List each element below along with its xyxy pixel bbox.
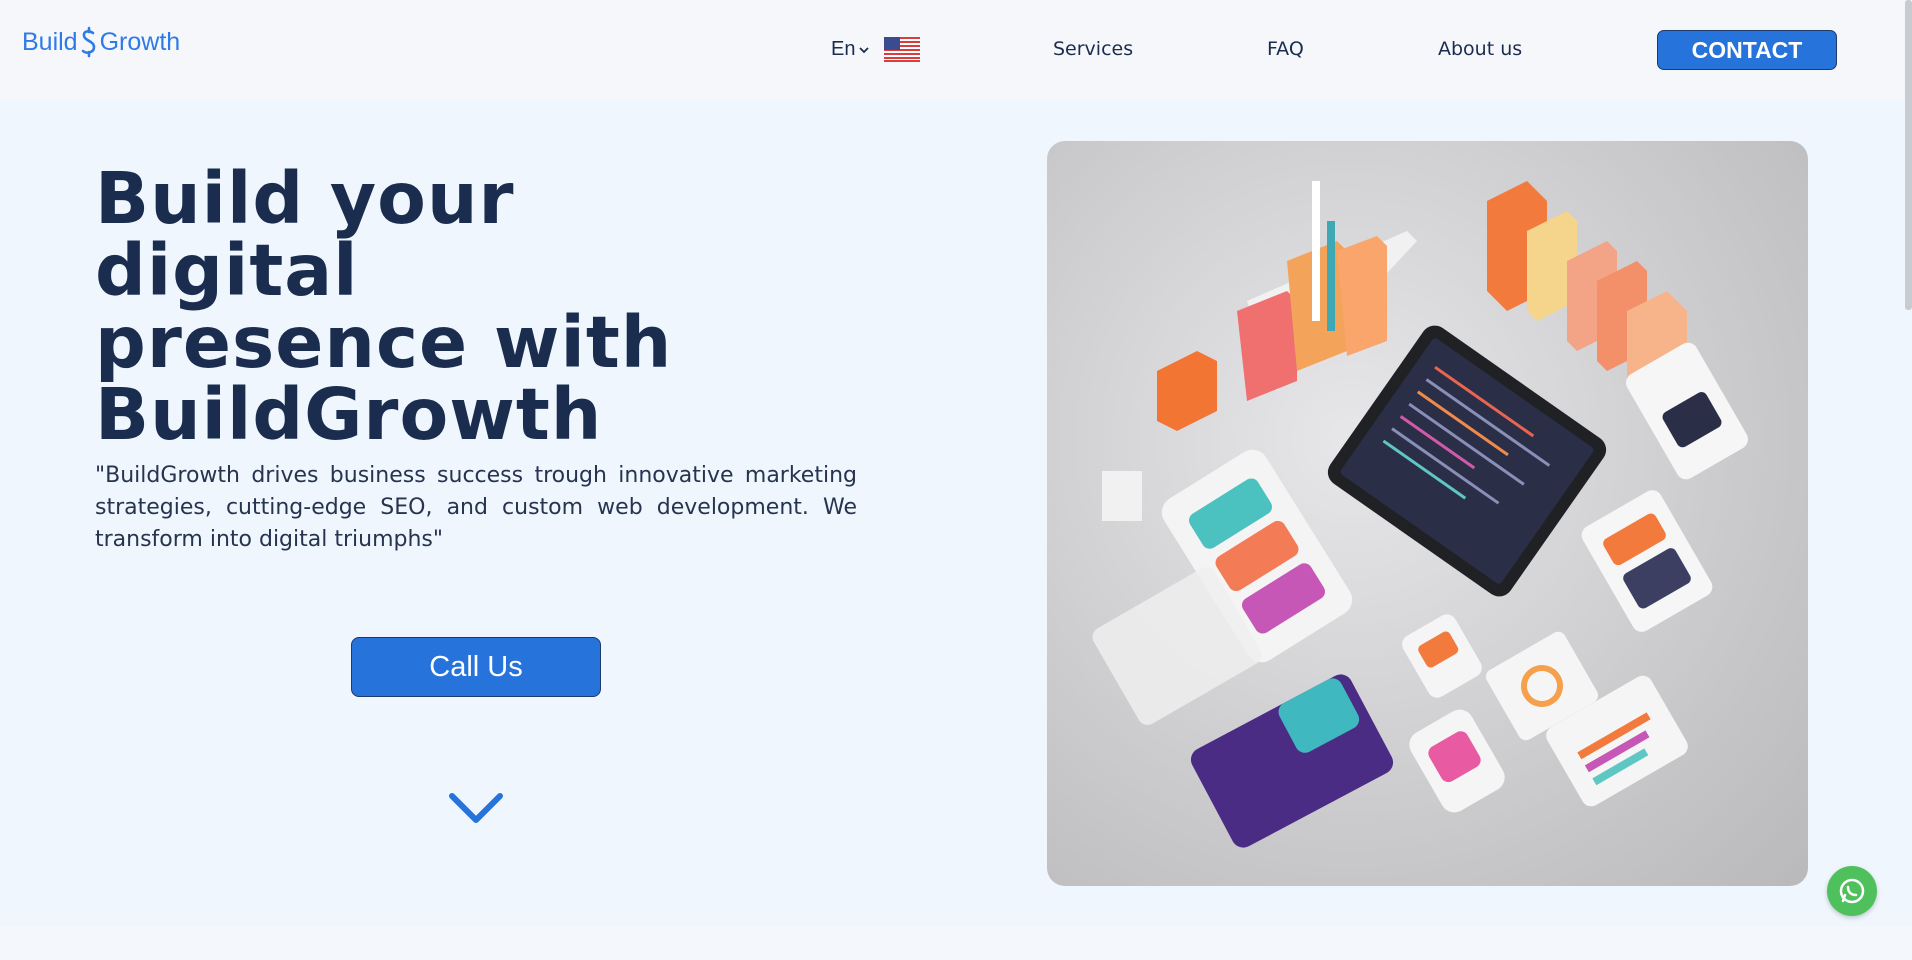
whatsapp-icon (1839, 878, 1865, 904)
hero-description: "BuildGrowth drives business success tro… (95, 463, 857, 552)
logo-text-build: Build (22, 27, 78, 56)
nav-services[interactable]: Services (1053, 38, 1133, 60)
nav-faq[interactable]: FAQ (1267, 38, 1304, 60)
digital-devices-illustration (1092, 181, 1748, 848)
contact-button[interactable]: CONTACT (1657, 30, 1837, 70)
us-flag-icon[interactable] (884, 37, 920, 62)
hero-title-line-2: presence with (95, 301, 673, 384)
site-header: Build Growth En Services FAQ About us CO… (0, 0, 1912, 100)
nav-about-us[interactable]: About us (1438, 38, 1522, 60)
whatsapp-button[interactable] (1827, 866, 1877, 916)
scrollbar[interactable] (1905, 0, 1912, 310)
call-us-button[interactable]: Call Us (351, 637, 601, 697)
hero-title-line-1: Build your digital (95, 157, 515, 312)
logo[interactable]: Build Growth (22, 26, 180, 58)
chevron-down-icon[interactable] (448, 790, 504, 826)
logo-text-growth: Growth (99, 27, 181, 56)
language-label: En (831, 38, 856, 60)
hero-illustration (1047, 141, 1808, 886)
chevron-down-icon (859, 46, 870, 53)
logo-dollar-icon (81, 26, 95, 58)
language-selector[interactable]: En (831, 38, 870, 61)
hero-title-line-3: BuildGrowth (95, 373, 603, 456)
hero-title: Build your digital presence with BuildGr… (95, 163, 795, 451)
